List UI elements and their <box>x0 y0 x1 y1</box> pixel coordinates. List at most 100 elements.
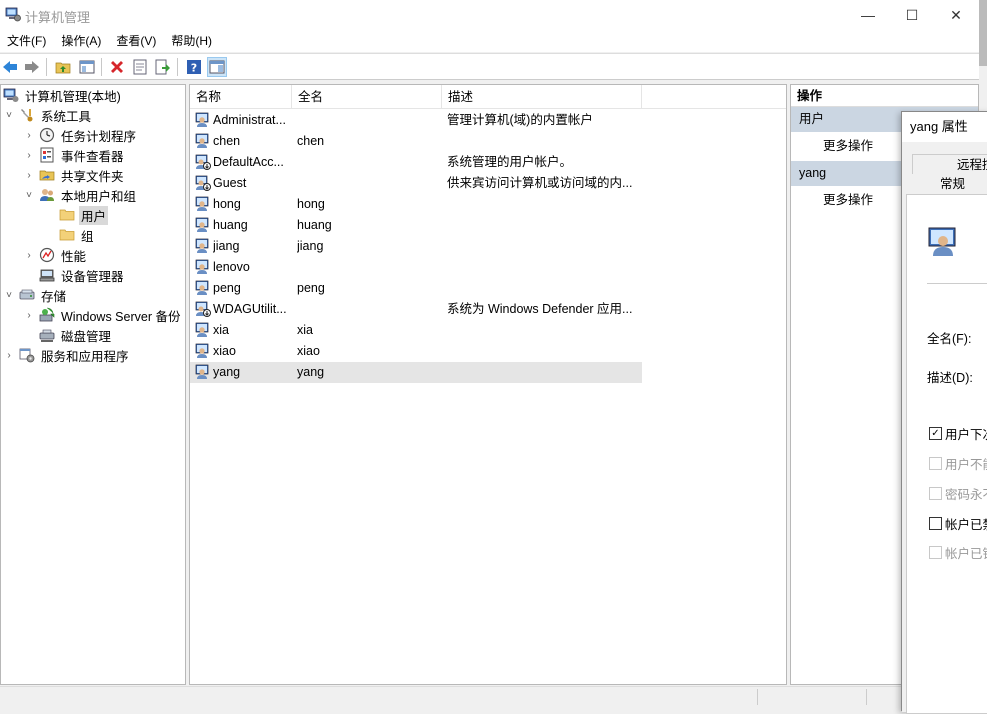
table-row[interactable]: huang huang <box>190 215 642 236</box>
cell-fullname <box>297 152 442 173</box>
table-row[interactable]: Administrat... 管理计算机(域)的内置帐户 <box>190 110 642 131</box>
account-option-checkbox[interactable]: ✓用户下次 <box>929 425 987 442</box>
table-row[interactable]: jiang jiang <box>190 236 642 257</box>
tree-item-performance[interactable]: › 性能 <box>23 245 88 265</box>
shared-folders-icon <box>39 170 55 181</box>
tree-item-windows-server-backup[interactable]: › Windows Server 备份 <box>23 305 182 325</box>
table-row[interactable]: xia xia <box>190 320 642 341</box>
close-button[interactable]: ✕ <box>933 0 979 30</box>
show-action-pane-icon <box>209 60 225 74</box>
back-icon <box>3 61 17 73</box>
checkbox-label: 密码永不 <box>945 487 987 502</box>
cell-description <box>447 362 642 383</box>
tree-label: 磁盘管理 <box>61 329 112 344</box>
user-list: 名称 全名 描述 Administrat... 管理计算机(域)的内置帐户 chen… <box>189 84 787 685</box>
tree-item-storage[interactable]: ˅ 存储 <box>3 285 68 305</box>
tree-label: 设备管理器 <box>61 269 124 284</box>
user-icon <box>195 364 209 379</box>
table-row[interactable]: xiao xiao <box>190 341 642 362</box>
cell-description: 管理计算机(域)的内置帐户 <box>447 113 593 127</box>
table-row[interactable]: lenovo <box>190 257 642 278</box>
checkbox-checked-icon: ✓ <box>929 426 942 440</box>
table-row[interactable]: yang yang <box>190 362 642 383</box>
tree-item-local-users-groups[interactable]: ˅ 本地用户和组 <box>23 185 138 205</box>
help-button[interactable]: ? <box>184 57 204 77</box>
expand-arrow-icon[interactable]: › <box>23 125 35 145</box>
tree-label: 服务和应用程序 <box>41 349 129 364</box>
up-one-level-button[interactable] <box>53 57 73 77</box>
cell-fullname <box>297 110 442 131</box>
cell-name: DefaultAcc... <box>213 155 284 169</box>
status-bar <box>0 686 979 706</box>
tree-label: 任务计划程序 <box>61 129 137 144</box>
computer-management-window: 计算机管理 — ☐ ✕ 文件(F) 操作(A) 查看(V) 帮助(H) ? 计算… <box>0 0 987 714</box>
description-label: 描述(D): <box>927 371 973 385</box>
checkbox-icon <box>929 456 942 470</box>
menu-action[interactable]: 操作(A) <box>54 30 109 52</box>
back-button[interactable] <box>0 57 20 77</box>
expand-arrow-icon[interactable]: › <box>23 245 35 265</box>
folder-icon <box>59 209 75 221</box>
menu-help[interactable]: 帮助(H) <box>164 30 220 52</box>
tree-item-system-tools[interactable]: ˅ 系统工具 <box>3 105 93 125</box>
table-row[interactable]: WDAGUtilit... 系统为 Windows Defender 应用... <box>190 299 642 320</box>
properties-button[interactable] <box>130 57 150 77</box>
tree-label: 性能 <box>61 249 87 264</box>
tab-general[interactable]: 常规 <box>940 174 965 194</box>
table-row[interactable]: DefaultAcc... 系统管理的用户帐户。 <box>190 152 642 173</box>
cell-name: jiang <box>213 239 240 253</box>
account-option-checkbox[interactable]: 帐户已禁 <box>929 515 987 532</box>
user-icon <box>195 217 209 232</box>
minimize-button[interactable]: — <box>845 0 891 30</box>
tree-expander <box>23 325 35 345</box>
tree-item-shared-folders[interactable]: › 共享文件夹 <box>23 165 126 185</box>
expand-arrow-icon[interactable]: › <box>23 145 35 165</box>
collapse-arrow-icon[interactable]: ˅ <box>3 285 15 305</box>
tree-item-device-manager[interactable]: 设备管理器 <box>23 265 126 285</box>
collapse-arrow-icon[interactable]: ˅ <box>3 105 15 125</box>
user-icon <box>195 112 209 127</box>
table-row[interactable]: hong hong <box>190 194 642 215</box>
show-hide-tree-button[interactable] <box>77 57 97 77</box>
table-row[interactable]: Guest 供来宾访问计算机或访问域的内... <box>190 173 642 194</box>
forward-button[interactable] <box>22 57 42 77</box>
table-row[interactable]: peng peng <box>190 278 642 299</box>
tree-expander <box>23 265 35 285</box>
disk-management-icon <box>39 329 55 342</box>
export-list-button[interactable] <box>153 57 173 77</box>
tab-remote-control[interactable]: 远程控 <box>912 154 987 174</box>
column-header-name[interactable]: 名称 <box>190 85 292 109</box>
cell-name: xia <box>213 323 229 337</box>
toolbar-separator <box>46 58 47 76</box>
tree-label: 存储 <box>41 289 67 304</box>
expand-arrow-icon[interactable]: › <box>23 165 35 185</box>
tree-item-computer-management[interactable]: 计算机管理(本地) <box>1 85 123 105</box>
tree-item-users[interactable]: 用户 <box>43 205 109 225</box>
export-icon <box>155 59 170 75</box>
cell-description <box>447 194 642 215</box>
delete-button[interactable] <box>107 57 127 77</box>
maximize-button[interactable]: ☐ <box>889 0 935 30</box>
show-action-pane-button[interactable] <box>207 57 227 77</box>
expand-arrow-icon[interactable]: › <box>23 305 35 325</box>
tree-item-groups[interactable]: 组 <box>43 225 96 245</box>
cell-fullname: chen <box>297 134 325 148</box>
cell-name: WDAGUtilit... <box>213 302 287 316</box>
cell-description: 系统管理的用户帐户。 <box>447 155 573 169</box>
cell-description <box>447 320 642 341</box>
expand-arrow-icon[interactable]: › <box>3 345 15 365</box>
column-header-fullname[interactable]: 全名 <box>292 85 442 109</box>
cell-name: Guest <box>213 176 247 190</box>
tree-item-task-scheduler[interactable]: › 任务计划程序 <box>23 125 138 145</box>
cell-fullname: hong <box>297 197 325 211</box>
menu-view[interactable]: 查看(V) <box>109 30 164 52</box>
tree-label: 共享文件夹 <box>61 169 124 184</box>
tree-item-services-applications[interactable]: › 服务和应用程序 <box>3 345 131 365</box>
tree-item-event-viewer[interactable]: › 事件查看器 <box>23 145 126 165</box>
tree-item-disk-management[interactable]: 磁盘管理 <box>23 325 113 345</box>
column-header-description[interactable]: 描述 <box>442 85 642 109</box>
collapse-arrow-icon[interactable]: ˅ <box>23 185 35 205</box>
storage-icon <box>19 289 35 300</box>
menu-file[interactable]: 文件(F) <box>0 30 54 52</box>
table-row[interactable]: chen chen <box>190 131 642 152</box>
